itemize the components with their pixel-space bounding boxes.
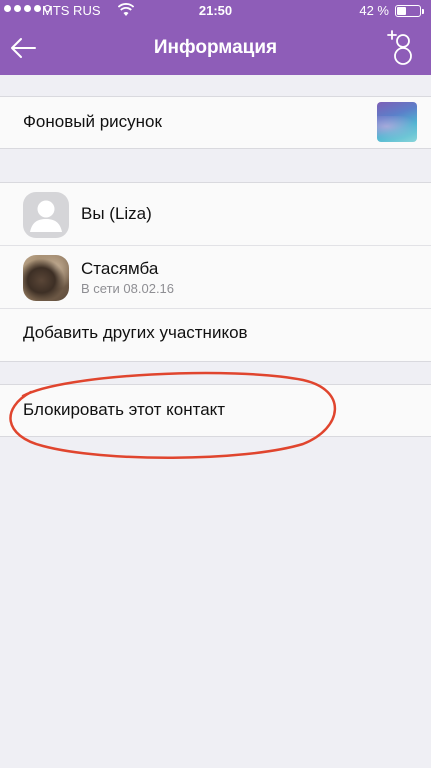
wallpaper-label: Фоновый рисунок: [23, 112, 162, 131]
wallpaper-section: Фоновый рисунок: [0, 96, 431, 149]
nav-bar: Информация: [0, 22, 431, 75]
participant-row-self[interactable]: Вы (Liza): [0, 183, 431, 246]
participants-section: Вы (Liza) Стасямба В сети 08.02.16 Добав…: [0, 182, 431, 362]
add-participants-label: Добавить других участников: [23, 323, 248, 342]
block-section: Блокировать этот контакт: [0, 384, 431, 437]
wallpaper-thumbnail[interactable]: [377, 102, 417, 142]
page-title: Информация: [153, 37, 278, 58]
add-participants-row[interactable]: Добавить других участников: [0, 309, 431, 361]
battery-icon: [395, 5, 424, 17]
participant-name: Стасямба: [81, 259, 159, 278]
contact-avatar: [23, 255, 69, 301]
participant-last-seen: В сети 08.02.16: [81, 281, 175, 296]
participant-name: Вы (Liza): [81, 204, 152, 223]
default-avatar-icon: [23, 192, 69, 238]
battery-percent: 42 %: [359, 3, 389, 18]
wallpaper-row[interactable]: Фоновый рисунок: [0, 97, 431, 148]
add-participant-icon: [387, 30, 412, 65]
status-bar: MTS RUS 21:50 42 %: [0, 0, 431, 22]
header-bar: MTS RUS 21:50 42 % Информация: [0, 0, 431, 75]
block-contact-label: Блокировать этот контакт: [23, 400, 226, 419]
block-contact-row[interactable]: Блокировать этот контакт: [0, 385, 431, 436]
participant-row-contact[interactable]: Стасямба В сети 08.02.16: [0, 246, 431, 309]
add-participant-button[interactable]: [385, 28, 417, 68]
